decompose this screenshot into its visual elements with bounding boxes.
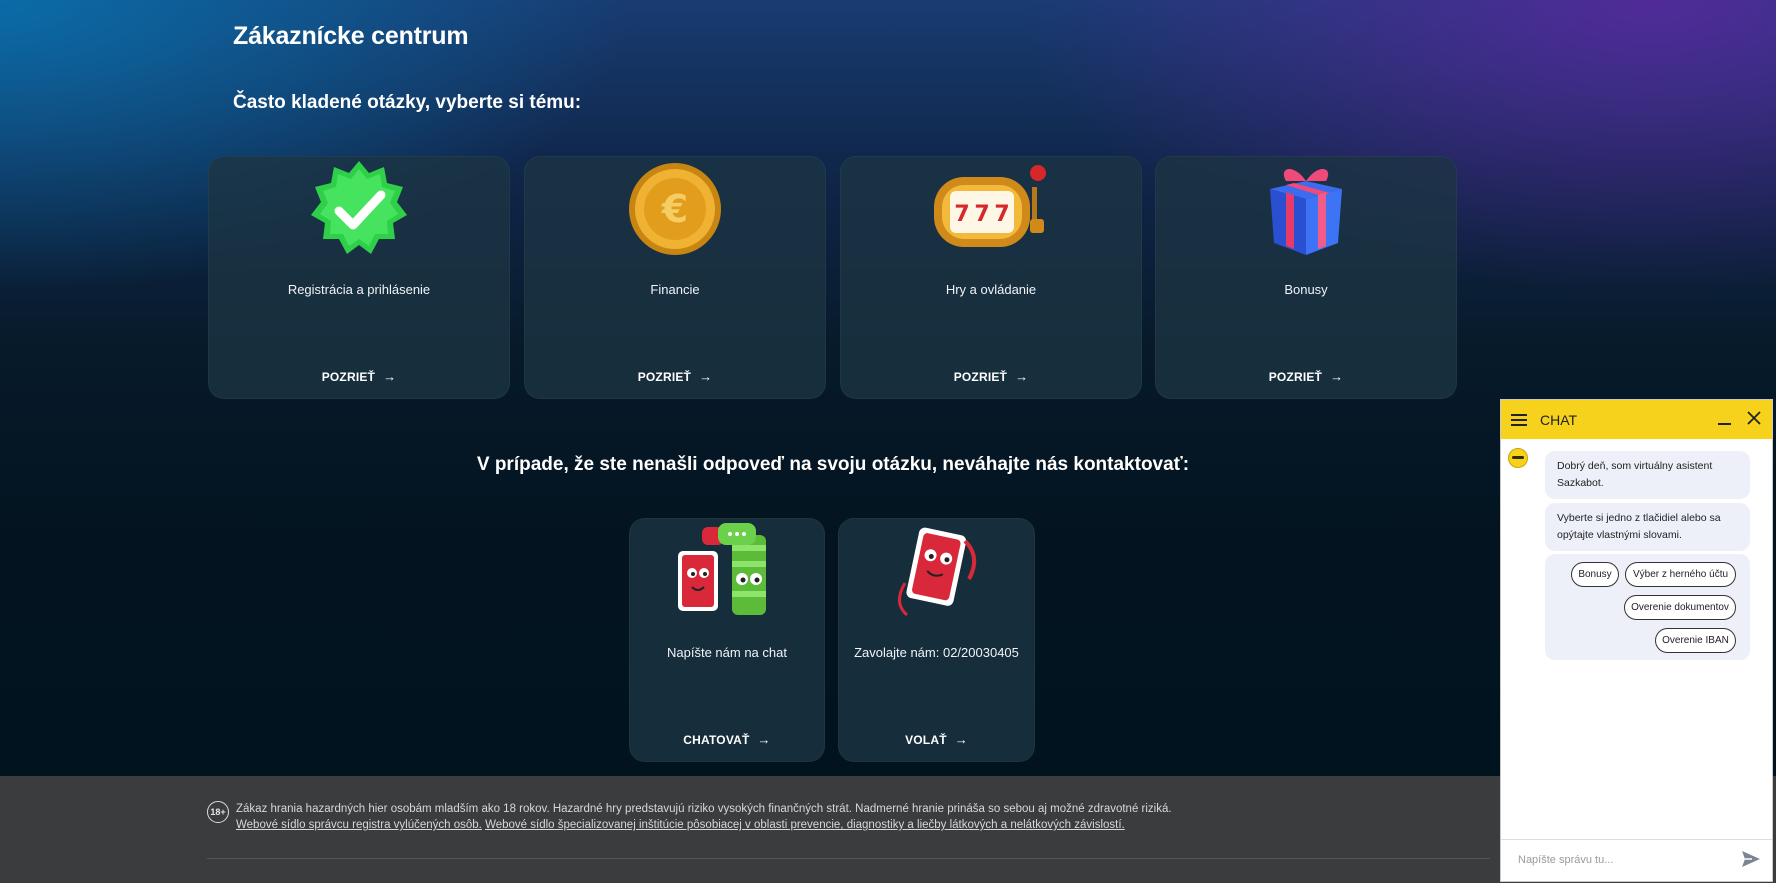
faq-card-title: Hry a ovládanie bbox=[945, 282, 1037, 297]
faq-card-title: Registrácia a prihlásenie bbox=[287, 282, 431, 297]
svg-text:7: 7 bbox=[994, 202, 1009, 227]
faq-heading: Často kladené otázky, vyberte si tému: bbox=[233, 92, 582, 113]
arrow-right-icon: → bbox=[1015, 369, 1029, 384]
close-icon[interactable] bbox=[1746, 410, 1762, 426]
chat-mascots-icon bbox=[662, 521, 792, 621]
quick-reply-bonuses[interactable]: Bonusy bbox=[1571, 562, 1619, 587]
call-button[interactable]: VOLAŤ → bbox=[839, 732, 1034, 747]
faq-card-bonuses[interactable]: Bonusy POZRIEŤ → bbox=[1155, 156, 1457, 399]
age-restriction-badge: 18+ bbox=[207, 801, 229, 823]
svg-text:7: 7 bbox=[954, 202, 969, 227]
quick-replies: Bonusy Výber z herného účtu Overenie dok… bbox=[1545, 554, 1750, 660]
gift-icon bbox=[1256, 159, 1356, 259]
addiction-prevention-link[interactable]: Webové sídlo špecializovanej inštitúcie … bbox=[485, 819, 1125, 831]
chat-input-divider bbox=[1501, 839, 1772, 840]
quick-reply-withdrawal[interactable]: Výber z herného účtu bbox=[1625, 562, 1736, 587]
chat-title: CHAT bbox=[1540, 411, 1578, 428]
arrow-right-icon: → bbox=[383, 369, 397, 384]
quick-reply-document-verification[interactable]: Overenie dokumentov bbox=[1624, 595, 1736, 620]
faq-card-games[interactable]: 7 7 7 Hry a ovládanie POZRIEŤ → bbox=[840, 156, 1142, 399]
view-finance-button[interactable]: POZRIEŤ → bbox=[525, 369, 825, 384]
svg-text:7: 7 bbox=[974, 202, 989, 227]
contact-card-title: Zavolajte nám: 02/20030405 bbox=[854, 645, 1019, 660]
bot-message: Dobrý deň, som virtuálny asistent Sazkab… bbox=[1545, 451, 1750, 499]
excluded-persons-register-link[interactable]: Webové sídlo správcu registra vylúčených… bbox=[236, 819, 482, 831]
arrow-right-icon: → bbox=[699, 369, 713, 384]
footer-divider bbox=[207, 858, 1490, 859]
contact-card-phone[interactable]: Zavolajte nám: 02/20030405 VOLAŤ → bbox=[838, 518, 1035, 762]
send-icon[interactable] bbox=[1740, 848, 1762, 870]
verified-badge-icon bbox=[309, 159, 409, 259]
contact-card-chat[interactable]: Napíšte nám na chat CHATOVAŤ → bbox=[629, 518, 825, 762]
minimize-icon[interactable] bbox=[1718, 409, 1732, 427]
chat-header: CHAT bbox=[1501, 400, 1772, 439]
contact-heading: V prípade, že ste nenašli odpoveď na svo… bbox=[476, 454, 1190, 475]
phone-mascot-icon bbox=[887, 523, 987, 623]
faq-card-registration[interactable]: Registrácia a prihlásenie POZRIEŤ → bbox=[208, 156, 510, 399]
view-games-button[interactable]: POZRIEŤ → bbox=[841, 369, 1141, 384]
arrow-right-icon: → bbox=[954, 732, 968, 747]
chat-widget: CHAT Dobrý deň, som virtuálny asistent S… bbox=[1500, 399, 1773, 882]
arrow-right-icon: → bbox=[1330, 369, 1344, 384]
view-registration-button[interactable]: POZRIEŤ → bbox=[209, 369, 509, 384]
chat-message-input[interactable] bbox=[1518, 848, 1728, 872]
hamburger-menu-icon[interactable] bbox=[1511, 413, 1527, 426]
bot-avatar bbox=[1508, 448, 1528, 468]
slot-machine-icon: 7 7 7 bbox=[926, 159, 1056, 259]
bot-message: Vyberte si jedno z tlačidiel alebo sa op… bbox=[1545, 503, 1750, 551]
quick-reply-iban-verification[interactable]: Overenie IBAN bbox=[1655, 628, 1736, 653]
footer-disclaimer-text: Zákaz hrania hazardných hier osobám mlad… bbox=[236, 803, 1172, 815]
svg-text:€: € bbox=[661, 187, 688, 231]
view-bonuses-button[interactable]: POZRIEŤ → bbox=[1156, 369, 1456, 384]
chat-button[interactable]: CHATOVAŤ → bbox=[630, 732, 824, 747]
faq-card-finance[interactable]: € Financie POZRIEŤ → bbox=[524, 156, 826, 399]
arrow-right-icon: → bbox=[757, 732, 771, 747]
faq-card-title: Financie bbox=[650, 282, 700, 297]
euro-coin-icon: € bbox=[625, 159, 725, 259]
faq-card-title: Bonusy bbox=[1284, 282, 1328, 297]
page-title: Zákaznícke centrum bbox=[233, 22, 469, 50]
footer-disclaimer: Zákaz hrania hazardných hier osobám mlad… bbox=[236, 801, 1172, 833]
contact-card-title: Napíšte nám na chat bbox=[667, 645, 787, 660]
